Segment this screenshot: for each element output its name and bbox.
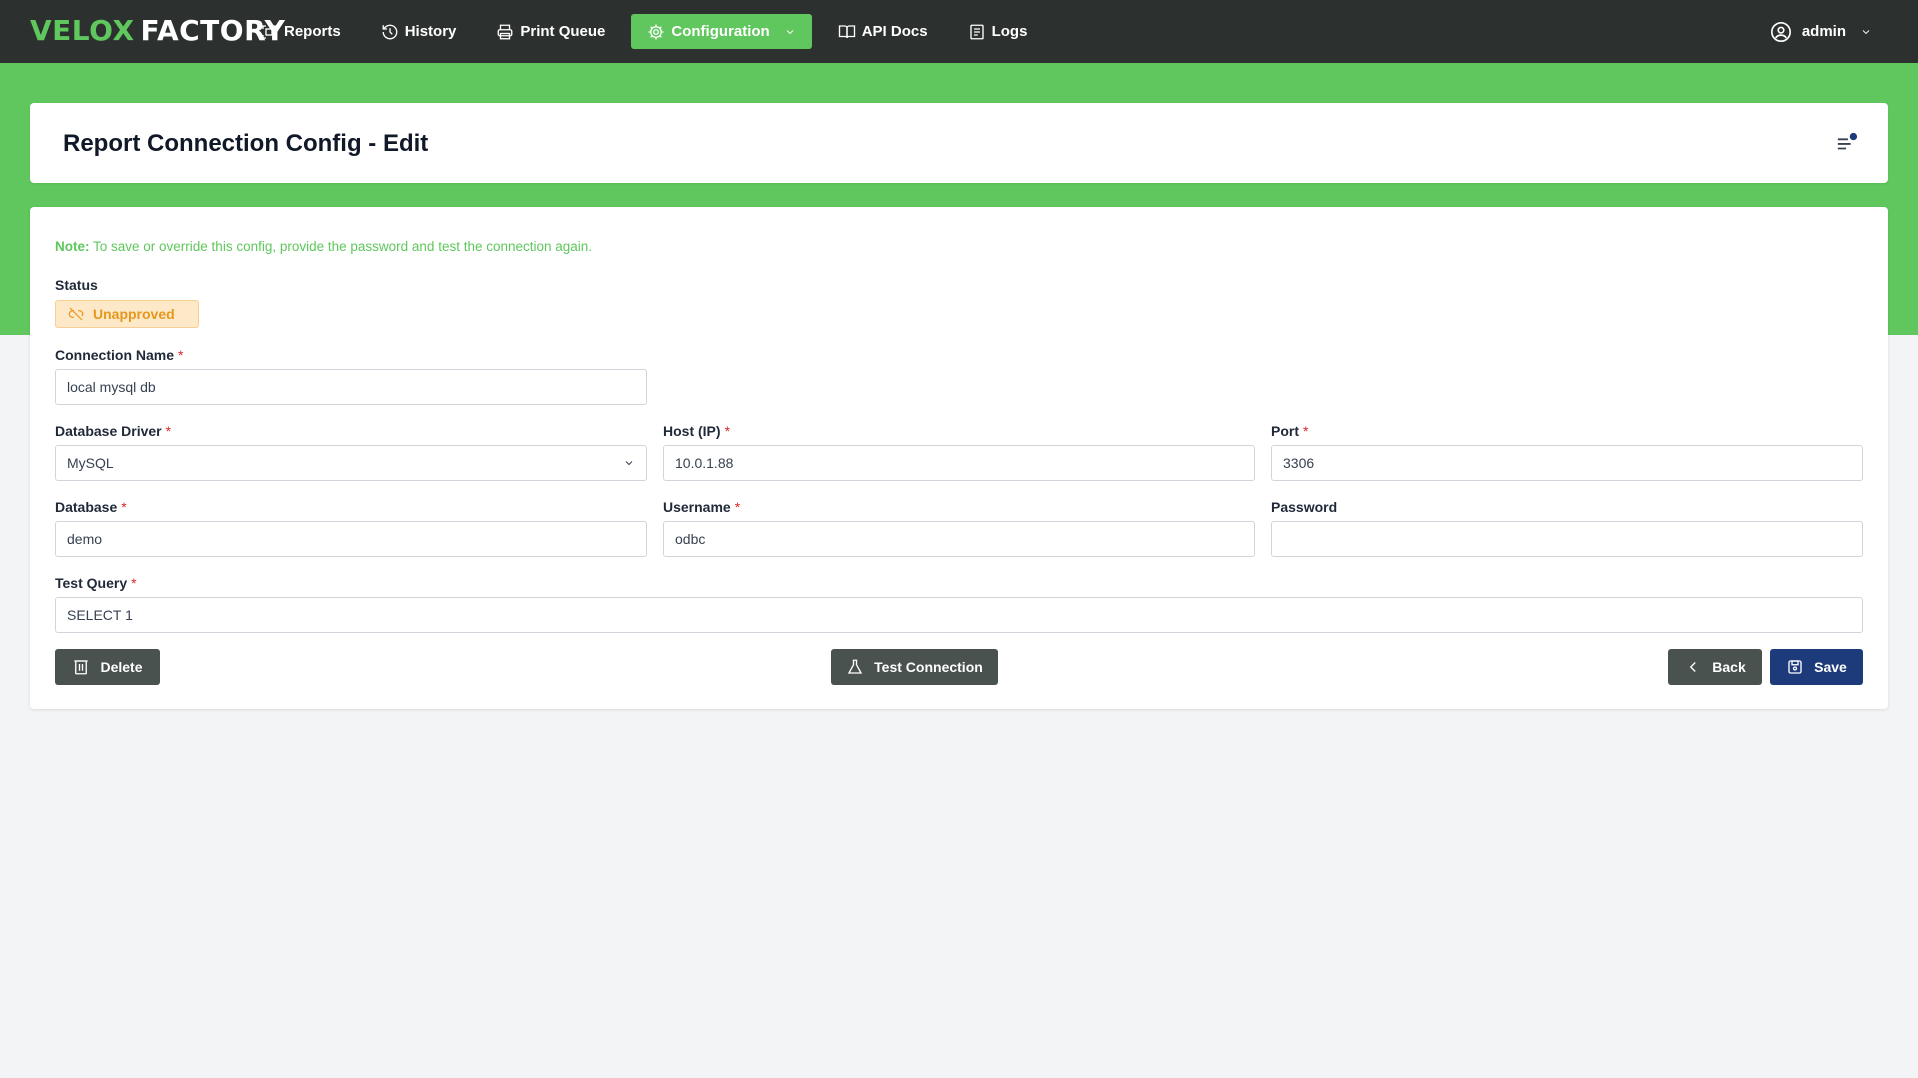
form-note: Note: To save or override this config, p… (55, 239, 592, 254)
printer-icon (497, 24, 513, 39)
database-driver-value: MySQL (67, 455, 114, 471)
connection-name-label-text: Connection Name (55, 347, 175, 363)
page-info-icon[interactable] (1836, 132, 1858, 154)
host-label: Host (IP) * (663, 423, 730, 439)
user-menu[interactable]: admin (1770, 14, 1872, 49)
chevron-down-icon (1862, 29, 1870, 34)
nav-item-label: Logs (991, 23, 1028, 40)
gear-icon (648, 24, 664, 39)
nav-item-label: Reports (284, 23, 341, 40)
nav-item-logs[interactable]: Logs (954, 14, 1042, 49)
page-header-card: Report Connection Config - Edit (30, 103, 1888, 183)
connection-name-label: Connection Name * (55, 347, 183, 363)
chevron-down-icon (625, 461, 633, 466)
username-input[interactable] (663, 521, 1255, 557)
chevron-down-icon (786, 29, 794, 34)
nav-item-label: API Docs (861, 23, 928, 40)
page-title: Report Connection Config - Edit (63, 130, 429, 157)
required-marker: * (121, 499, 127, 515)
connection-form-card: Note: To save or override this config, p… (30, 207, 1888, 709)
nav-item-label: Print Queue (520, 23, 606, 40)
username-label-text: Username (663, 499, 731, 515)
scan-icon (262, 24, 276, 39)
host-label-text: Host (IP) (663, 423, 721, 439)
save-button[interactable]: Save (1770, 649, 1863, 685)
status-label: Status (55, 277, 98, 293)
username-label: admin (1801, 23, 1846, 40)
database-input[interactable] (55, 521, 647, 557)
chevron-left-icon (1690, 662, 1696, 672)
database-label: Database * (55, 499, 127, 515)
port-label: Port * (1271, 423, 1308, 439)
test-query-label: Test Query * (55, 575, 137, 591)
history-icon (382, 24, 398, 39)
book-icon (838, 24, 855, 38)
test-query-label-text: Test Query (55, 575, 128, 591)
flask-icon (848, 659, 863, 674)
nav-item-api-docs[interactable]: API Docs (824, 14, 942, 49)
required-marker: * (1303, 423, 1309, 439)
port-label-text: Port (1271, 423, 1299, 439)
trash-icon (74, 660, 89, 675)
save-button-label: Save (1814, 659, 1847, 675)
required-marker: * (131, 575, 137, 591)
note-prefix: Note: (55, 239, 90, 254)
test-query-input[interactable] (55, 597, 1863, 633)
nav-item-reports[interactable]: Reports (246, 14, 355, 49)
port-input[interactable] (1271, 445, 1863, 481)
delete-button[interactable]: Delete (55, 649, 160, 685)
connection-name-input[interactable] (55, 369, 647, 405)
back-button[interactable]: Back (1668, 649, 1762, 685)
brand-logo-part1: VELOX (30, 14, 135, 47)
status-value: Unapproved (93, 306, 175, 322)
main-nav: Reports History Print Queue Configuratio… (246, 0, 1053, 63)
nav-item-print-queue[interactable]: Print Queue (482, 14, 619, 49)
required-marker: * (724, 423, 731, 439)
database-driver-label: Database Driver * (55, 423, 171, 439)
required-marker: * (178, 347, 184, 363)
delete-button-label: Delete (100, 659, 143, 675)
test-connection-button[interactable]: Test Connection (831, 649, 998, 685)
nav-item-history[interactable]: History (367, 14, 471, 49)
user-avatar-icon (1770, 21, 1791, 42)
unlink-icon (68, 307, 84, 321)
required-marker: * (165, 423, 172, 439)
username-label: Username * (663, 499, 740, 515)
nav-item-label: History (404, 23, 457, 40)
database-driver-select[interactable]: MySQL (55, 445, 647, 481)
password-input[interactable] (1271, 521, 1863, 557)
back-button-label: Back (1712, 659, 1746, 675)
top-navbar: VELOX FACTORY Reports History Print Queue… (0, 0, 1918, 63)
nav-item-configuration[interactable]: Configuration (631, 14, 812, 49)
database-label-text: Database (55, 499, 118, 515)
status-badge: Unapproved (55, 300, 199, 328)
save-icon (1788, 660, 1802, 674)
test-connection-button-label: Test Connection (874, 659, 983, 675)
required-marker: * (734, 499, 741, 515)
database-driver-label-text: Database Driver (55, 423, 162, 439)
password-label: Password (1271, 499, 1338, 515)
log-icon (969, 24, 984, 39)
note-text: To save or override this config, provide… (89, 239, 593, 254)
host-input[interactable] (663, 445, 1255, 481)
nav-item-label: Configuration (671, 23, 770, 40)
